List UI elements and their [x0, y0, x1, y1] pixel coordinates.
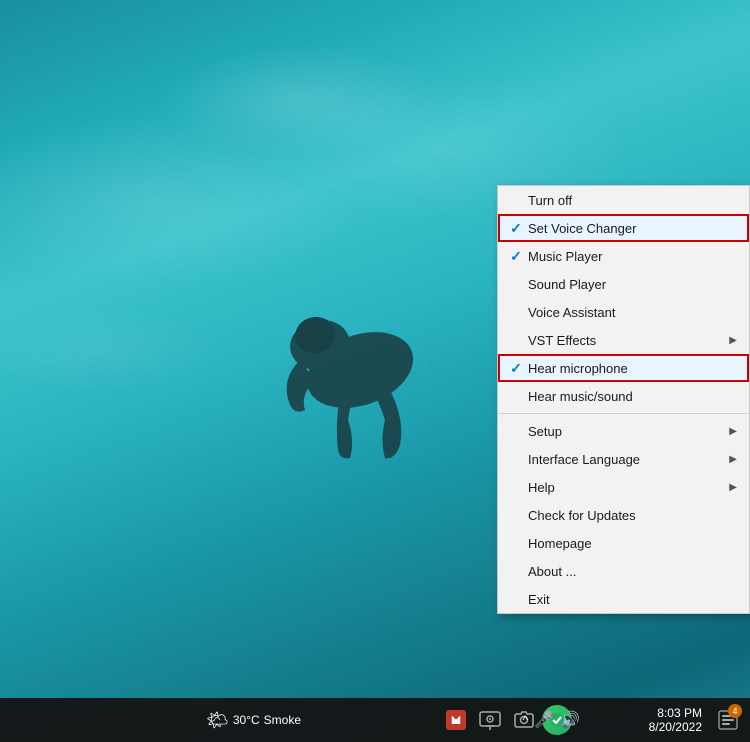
menu-label-hear-music-sound: Hear music/sound — [526, 389, 737, 404]
menu-label-homepage: Homepage — [526, 536, 737, 551]
weather-condition: Smoke — [264, 713, 301, 727]
check-icon-music-player: ✓ — [506, 248, 526, 265]
menu-item-hear-music-sound[interactable]: Hear music/sound — [498, 382, 749, 410]
notification-button[interactable]: 4 — [710, 698, 746, 742]
menu-item-setup[interactable]: Setup▶ — [498, 417, 749, 445]
submenu-arrow-vst-effects: ▶ — [729, 335, 737, 346]
menu-label-about: About ... — [526, 564, 737, 579]
submenu-arrow-interface-language: ▶ — [729, 454, 737, 465]
menu-separator-after-hear-music-sound — [498, 413, 749, 414]
menu-item-music-player[interactable]: ✓Music Player — [498, 242, 749, 270]
clock-time: 8:03 PM — [657, 706, 702, 720]
taskbar: 🌤 30°C Smoke ^ 🎤 🔊 8:03 PM 8/20/2022 4 — [0, 698, 750, 742]
menu-item-vst-effects[interactable]: VST Effects▶ — [498, 326, 749, 354]
taskbar-app-screen[interactable] — [474, 704, 506, 736]
menu-item-turn-off[interactable]: Turn off — [498, 186, 749, 214]
menu-label-set-voice-changer: Set Voice Changer — [526, 221, 737, 236]
menu-label-interface-language: Interface Language — [526, 452, 729, 467]
clock-date: 8/20/2022 — [649, 720, 702, 734]
menu-item-hear-microphone[interactable]: ✓Hear microphone — [498, 354, 749, 382]
menu-label-vst-effects: VST Effects — [526, 333, 729, 348]
menu-label-help: Help — [526, 480, 729, 495]
menu-label-exit: Exit — [526, 592, 737, 607]
check-icon-set-voice-changer: ✓ — [506, 220, 526, 237]
menu-label-turn-off: Turn off — [526, 193, 737, 208]
weather-temp: 30°C — [233, 713, 260, 727]
menu-item-voice-assistant[interactable]: Voice Assistant — [498, 298, 749, 326]
taskbar-app-voicechanger[interactable] — [440, 704, 472, 736]
menu-item-check-for-updates[interactable]: Check for Updates — [498, 501, 749, 529]
menu-label-sound-player: Sound Player — [526, 277, 737, 292]
menu-label-hear-microphone: Hear microphone — [526, 361, 737, 376]
submenu-arrow-setup: ▶ — [729, 426, 737, 437]
menu-item-interface-language[interactable]: Interface Language▶ — [498, 445, 749, 473]
submenu-arrow-help: ▶ — [729, 482, 737, 493]
microphone-tray-icon[interactable]: 🎤 — [534, 710, 554, 730]
weather-icon: 🌤 — [206, 710, 229, 731]
menu-item-exit[interactable]: Exit — [498, 585, 749, 613]
menu-label-check-for-updates: Check for Updates — [526, 508, 737, 523]
menu-item-sound-player[interactable]: Sound Player — [498, 270, 749, 298]
system-tray-icons: ^ 🎤 🔊 — [523, 698, 580, 742]
notification-badge: 4 — [728, 704, 742, 718]
tray-expand-icon[interactable]: ^ — [523, 713, 529, 727]
menu-label-setup: Setup — [526, 424, 729, 439]
volume-tray-icon[interactable]: 🔊 — [560, 710, 580, 730]
context-menu: Turn off✓Set Voice Changer✓Music PlayerS… — [497, 185, 750, 614]
menu-label-voice-assistant: Voice Assistant — [526, 305, 737, 320]
menu-item-about[interactable]: About ... — [498, 557, 749, 585]
menu-item-help[interactable]: Help▶ — [498, 473, 749, 501]
clock[interactable]: 8:03 PM 8/20/2022 — [641, 698, 710, 742]
check-icon-hear-microphone: ✓ — [506, 360, 526, 377]
weather-info: 🌤 30°C Smoke — [200, 698, 307, 742]
menu-label-music-player: Music Player — [526, 249, 737, 264]
menu-item-homepage[interactable]: Homepage — [498, 529, 749, 557]
menu-item-set-voice-changer[interactable]: ✓Set Voice Changer — [498, 214, 749, 242]
